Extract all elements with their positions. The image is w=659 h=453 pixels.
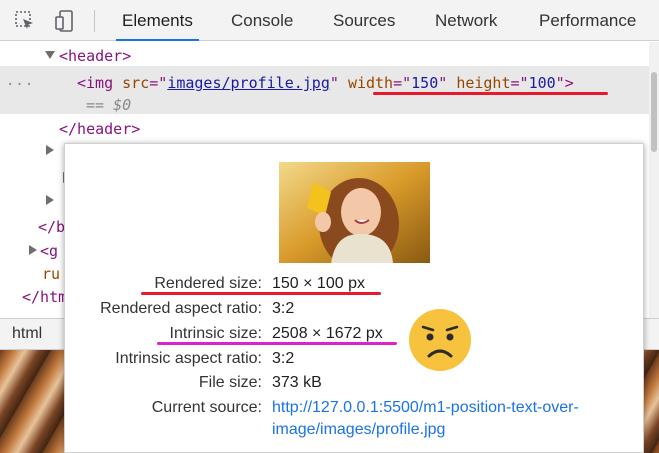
profile-image-preview [279,162,430,263]
tree-node-partial[interactable]: </b [38,216,65,238]
tree-node-img[interactable]: <img src="images/profile.jpg" width="150… [77,72,574,94]
selected-node-marker: == $0 [86,96,132,114]
img-open-tag: <img [77,74,114,92]
width-attr-value: 150 [411,74,439,92]
src-attr-value[interactable]: images/profile.jpg [167,74,330,92]
current-source-link[interactable]: http://127.0.0.1:5500/m1-position-text-o… [272,397,637,441]
annotation-underline-rendered-size [141,292,381,295]
collapsed-arrow-icon[interactable] [29,245,37,255]
image-info-tooltip: Rendered size: 150 × 100 px Rendered asp… [64,143,644,453]
device-toggle-icon[interactable] [53,9,77,33]
node-actions-ellipsis[interactable]: ... [6,73,34,89]
tab-sources[interactable]: Sources [333,0,395,41]
tree-scrollbar[interactable] [649,42,659,318]
header-close-tag: </header> [59,120,141,138]
intrinsic-size-label: Intrinsic size: [169,325,262,342]
tree-node-partial[interactable]: ru [42,263,60,285]
rendered-aspect-ratio-value: 3:2 [272,300,295,317]
expand-arrow-icon[interactable] [45,51,55,59]
tree-node-header-open[interactable]: <header> [59,45,131,67]
intrinsic-size-value: 2508 × 1672 px [272,325,383,342]
tree-node-partial[interactable]: </htm [22,286,67,308]
tree-node-partial[interactable]: <g [40,240,58,262]
rendered-size-label: Rendered size: [154,275,262,292]
intrinsic-aspect-ratio-label: Intrinsic aspect ratio: [115,350,262,367]
header-open-tag: <header> [59,47,132,65]
collapsed-arrow-icon[interactable] [46,145,54,155]
breadcrumb-item-html[interactable]: html [12,319,42,349]
current-source-label: Current source: [151,399,262,416]
inspect-element-icon[interactable] [13,9,37,33]
sad-face-emoji-icon [409,309,471,371]
img-close-bracket: > [564,74,574,92]
tab-elements[interactable]: Elements [116,0,199,41]
tab-performance[interactable]: Performance [539,0,636,41]
file-size-value: 373 kB [272,374,322,391]
annotation-underline-attributes [373,92,608,95]
rendered-aspect-ratio-label: Rendered aspect ratio: [100,300,262,317]
tree-node-header-close[interactable]: </header> [59,118,140,140]
tab-network[interactable]: Network [435,0,497,41]
height-attr-name: height [456,74,511,92]
toolbar-separator [94,10,95,32]
scrollbar-thumb[interactable] [651,72,657,152]
height-attr-value: 100 [528,74,556,92]
width-attr-name: width [347,74,394,92]
annotation-underline-intrinsic-size [157,342,397,345]
collapsed-arrow-icon[interactable] [46,195,54,205]
intrinsic-aspect-ratio-value: 3:2 [272,350,295,367]
rendered-size-value: 150 × 100 px [272,275,365,292]
tab-console[interactable]: Console [231,0,293,41]
devtools-toolbar: Elements Console Sources Network Perform… [0,0,659,41]
src-attr-name: src [122,74,150,92]
file-size-label: File size: [198,374,262,391]
